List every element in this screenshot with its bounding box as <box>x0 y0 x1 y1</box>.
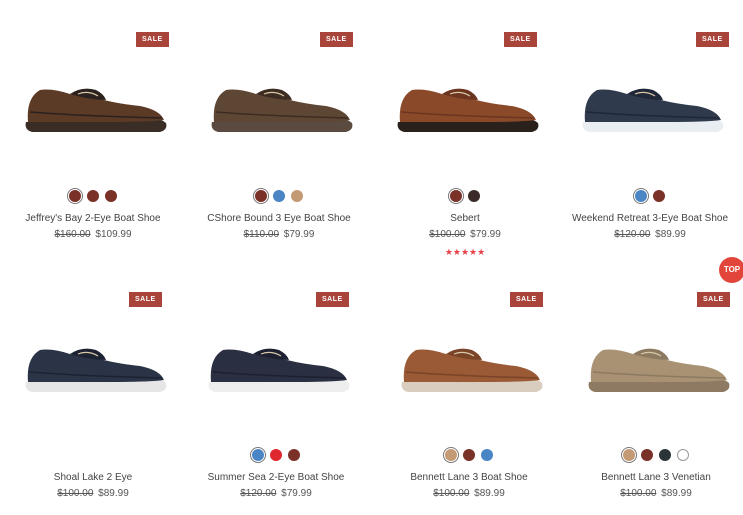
sale-badge: SALE <box>504 32 537 47</box>
color-swatch[interactable] <box>270 449 282 461</box>
color-swatch[interactable] <box>468 190 480 202</box>
sale-price: $109.99 <box>95 229 132 240</box>
original-price: $120.00 <box>240 488 277 499</box>
product-name[interactable]: Weekend Retreat 3-Eye Boat Shoe <box>557 213 743 224</box>
shoe-image[interactable] <box>186 60 372 160</box>
product-price: $160.00 $109.99 <box>0 229 186 240</box>
sale-badge: SALE <box>129 292 162 307</box>
shoe-image[interactable] <box>0 60 186 160</box>
product-card[interactable]: SALE Shoal Lake 2 Eye $100.00 $89.99 <box>0 260 186 515</box>
product-card[interactable]: SALE Bennett Lane 3 Boat Shoe $100.00 $8… <box>376 260 562 515</box>
color-swatch[interactable] <box>255 190 267 202</box>
sale-badge: SALE <box>136 32 169 47</box>
color-swatches <box>183 449 369 461</box>
original-price: $100.00 <box>620 488 657 499</box>
shoe-image[interactable] <box>563 320 743 420</box>
color-swatches <box>557 190 743 202</box>
product-name[interactable]: Summer Sea 2-Eye Boat Shoe <box>183 472 369 483</box>
product-price: $120.00 $89.99 <box>557 229 743 240</box>
sale-badge: SALE <box>316 292 349 307</box>
sale-price: $89.99 <box>655 229 686 240</box>
color-swatch[interactable] <box>87 190 99 202</box>
color-swatch[interactable] <box>623 449 635 461</box>
product-name[interactable]: Jeffrey's Bay 2-Eye Boat Shoe <box>0 213 186 224</box>
color-swatch[interactable] <box>635 190 647 202</box>
product-card[interactable]: SALE Weekend Retreat 3-Eye Boat Shoe $12… <box>557 0 743 250</box>
color-swatch[interactable] <box>252 449 264 461</box>
sale-price: $89.99 <box>474 488 505 499</box>
sale-badge: SALE <box>320 32 353 47</box>
color-swatch[interactable] <box>659 449 671 461</box>
rating-stars: ★★★★★ <box>444 247 486 257</box>
product-card[interactable]: SALE Summer Sea 2-Eye Boat Shoe $120.00 … <box>183 260 369 515</box>
color-swatches <box>0 190 186 202</box>
product-price: $100.00 $89.99 <box>376 488 562 499</box>
product-card[interactable]: SALE Bennett Lane 3 Venetian $100.00 $89… <box>563 260 743 515</box>
color-swatches <box>186 190 372 202</box>
shoe-image[interactable] <box>372 60 558 160</box>
product-card[interactable]: SALE Sebert $100.00 $79.99 ★★★★★ <box>372 0 558 265</box>
product-price: $100.00 $89.99 <box>0 488 186 499</box>
sale-price: $79.99 <box>281 488 312 499</box>
color-swatch[interactable] <box>641 449 653 461</box>
color-swatch[interactable] <box>105 190 117 202</box>
product-card[interactable]: SALE Jeffrey's Bay 2-Eye Boat Shoe $160.… <box>0 0 186 250</box>
shoe-image[interactable] <box>183 320 369 420</box>
color-swatch[interactable] <box>481 449 493 461</box>
product-name[interactable]: Sebert <box>372 213 558 224</box>
sale-badge: SALE <box>697 292 730 307</box>
color-swatch[interactable] <box>445 449 457 461</box>
color-swatch[interactable] <box>273 190 285 202</box>
shoe-image[interactable] <box>376 320 562 420</box>
product-price: $120.00 $79.99 <box>183 488 369 499</box>
original-price: $120.00 <box>614 229 651 240</box>
sale-price: $79.99 <box>283 229 315 240</box>
product-name[interactable]: Bennett Lane 3 Venetian <box>563 472 743 483</box>
color-swatch[interactable] <box>288 449 300 461</box>
product-grid: SALE Jeffrey's Bay 2-Eye Boat Shoe $160.… <box>0 0 743 515</box>
scroll-to-top-button[interactable]: TOP <box>719 257 743 283</box>
color-swatches <box>376 449 562 461</box>
sale-price: $89.99 <box>661 488 692 499</box>
color-swatch[interactable] <box>69 190 81 202</box>
shoe-image[interactable] <box>0 320 186 420</box>
sale-badge: SALE <box>696 32 729 47</box>
color-swatches <box>563 449 743 461</box>
product-name[interactable]: Bennett Lane 3 Boat Shoe <box>376 472 562 483</box>
sale-price: $79.99 <box>470 229 501 240</box>
product-price: $110.00 $79.99 <box>186 229 372 240</box>
original-price: $100.00 <box>57 488 94 499</box>
color-swatch[interactable] <box>291 190 303 202</box>
product-name[interactable]: Shoal Lake 2 Eye <box>0 472 186 483</box>
sale-badge: SALE <box>510 292 543 307</box>
original-price: $160.00 <box>54 229 91 240</box>
original-price: $110.00 <box>243 229 280 240</box>
product-price: $100.00 $89.99 <box>563 488 743 499</box>
product-price: $100.00 $79.99 <box>372 229 558 240</box>
color-swatch[interactable] <box>677 449 689 461</box>
color-swatch[interactable] <box>653 190 665 202</box>
product-name[interactable]: CShore Bound 3 Eye Boat Shoe <box>186 213 372 224</box>
sale-price: $89.99 <box>98 488 129 499</box>
color-swatches <box>372 190 558 202</box>
shoe-image[interactable] <box>557 60 743 160</box>
color-swatch[interactable] <box>463 449 475 461</box>
product-card[interactable]: SALE CShore Bound 3 Eye Boat Shoe $110.0… <box>186 0 372 250</box>
original-price: $100.00 <box>429 229 466 240</box>
original-price: $100.00 <box>433 488 470 499</box>
color-swatch[interactable] <box>450 190 462 202</box>
